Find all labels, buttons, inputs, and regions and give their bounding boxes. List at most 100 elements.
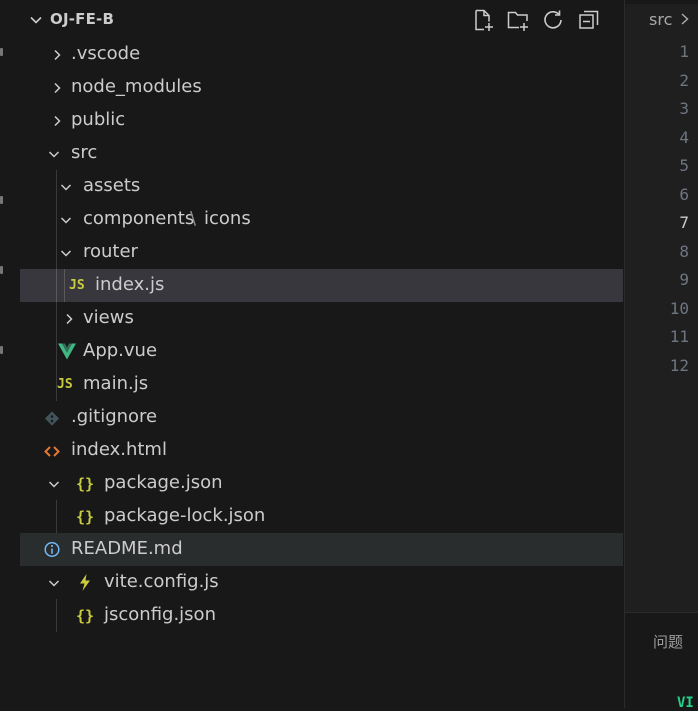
chevron-down-icon[interactable] [60,247,72,259]
editor-tab-strip [625,0,698,4]
tree-item-label: index.html [71,439,167,460]
javascript-file-icon: JS [69,278,85,293]
breadcrumb-item[interactable]: src [649,10,672,29]
indent-guide [56,599,57,632]
line-number-active: 7 [679,213,689,232]
indent-guide [56,500,57,533]
tree-item-gitignore[interactable]: .gitignore [20,401,623,434]
tree-item-app-vue[interactable]: App.vue [20,335,623,368]
tab-problems[interactable]: 问题 [653,631,683,652]
editor-area: src 1 2 3 4 5 6 7 8 9 10 11 12 问题 VI [624,0,698,711]
tree-item-label: main.js [83,373,149,394]
line-number: 8 [679,241,689,261]
line-number: 9 [679,270,689,289]
tree-item-label: .gitignore [71,406,158,427]
info-icon [44,541,60,558]
line-number-gutter: 1 2 3 4 5 6 7 8 9 10 11 12 [625,41,689,383]
line-number: 2 [679,70,689,90]
chevron-down-icon[interactable] [60,181,72,193]
indent-guide [56,170,57,203]
tree-item-main-js[interactable]: JS main.js [20,368,623,401]
explorer-sidebar: OJ-FE-B .vscode node_modules public src … [20,0,623,708]
indent-guide [56,302,57,335]
tree-item-components-icons[interactable]: components \ icons [20,203,623,236]
tree-item-vscode[interactable]: .vscode [20,38,623,71]
html-file-icon [44,446,60,457]
tree-item-label: package-lock.json [104,505,266,526]
line-number: 10 [669,298,689,318]
tree-item-index-html[interactable]: index.html [20,434,623,467]
tree-item-index-js[interactable]: JS index.js [20,269,623,302]
refresh-icon[interactable] [541,8,565,32]
vite-lightning-icon [80,574,90,591]
file-tree: .vscode node_modules public src assets c… [20,38,623,632]
line-number: 3 [679,99,689,118]
workspace-root-title[interactable]: OJ-FE-B [50,10,114,28]
indent-guide [64,269,65,302]
tree-item-router[interactable]: router [20,236,623,269]
tree-item-label: assets [83,175,141,196]
indent-guide [56,236,57,269]
git-file-icon [44,411,60,426]
vue-file-icon [58,343,76,360]
new-folder-icon[interactable] [506,8,530,32]
tree-item-label[interactable]: icons [204,208,251,230]
indent-guide [56,335,57,368]
tree-item-package-lock-json[interactable]: {} package-lock.json [20,500,623,533]
line-number: 11 [669,327,689,346]
activity-bar-marker [0,346,3,354]
activity-bar [0,0,21,708]
tree-item-src[interactable]: src [20,137,623,170]
chevron-down-icon[interactable] [48,148,60,160]
bottom-panel: 问题 VI [625,612,698,711]
line-number: 12 [669,355,689,375]
line-number: 4 [679,127,689,147]
tree-item-label: vite.config.js [104,571,219,592]
new-file-icon[interactable] [471,8,495,32]
tree-item-views[interactable]: views [20,302,623,335]
chevron-down-icon[interactable] [48,478,60,490]
tree-item-label: jsconfig.json [104,604,216,625]
javascript-file-icon: JS [57,377,73,392]
chevron-down-icon[interactable] [48,577,60,589]
json-file-icon: {} [76,474,95,493]
chevron-down-icon[interactable] [60,214,72,226]
activity-bar-marker [0,48,3,56]
chevron-down-icon[interactable] [28,12,44,28]
tree-item-label: src [71,142,98,163]
tree-item-vite-config-js[interactable]: vite.config.js [20,566,623,599]
terminal-output: VI [677,695,694,711]
activity-bar-marker [0,196,3,204]
tree-item-public[interactable]: public [20,104,623,137]
tree-item-label: components [83,208,195,229]
explorer-header[interactable]: OJ-FE-B [20,0,623,40]
tree-item-assets[interactable]: assets [20,170,623,203]
chevron-right-icon [681,13,690,25]
activity-bar-marker [0,266,3,274]
tree-item-label: package.json [104,472,223,493]
tree-item-label: index.js [95,274,165,295]
line-number: 5 [679,156,689,175]
tree-item-package-json[interactable]: {} package.json [20,467,623,500]
breadcrumb[interactable]: src [649,10,691,29]
collapse-all-icon[interactable] [577,8,601,32]
json-file-icon: {} [76,507,95,526]
tree-item-readme-md[interactable]: README.md [20,533,623,566]
tree-item-label: node_modules [71,76,202,97]
tree-item-label: App.vue [83,340,158,361]
tree-item-label: public [71,109,126,130]
tree-item-node-modules[interactable]: node_modules [20,71,623,104]
compact-folder-separator: \ [190,208,197,229]
tree-item-label: README.md [71,538,183,559]
chevron-right-icon[interactable] [51,49,63,61]
chevron-right-icon[interactable] [51,82,63,94]
line-number: 6 [679,184,689,204]
tree-item-label: router [83,241,138,262]
tree-item-label: views [83,307,134,328]
indent-guide [56,269,57,302]
chevron-right-icon[interactable] [63,313,75,325]
tree-item-label: .vscode [71,43,141,64]
line-number: 1 [679,42,689,61]
chevron-right-icon[interactable] [51,115,63,127]
tree-item-jsconfig-json[interactable]: {} jsconfig.json [20,599,623,632]
